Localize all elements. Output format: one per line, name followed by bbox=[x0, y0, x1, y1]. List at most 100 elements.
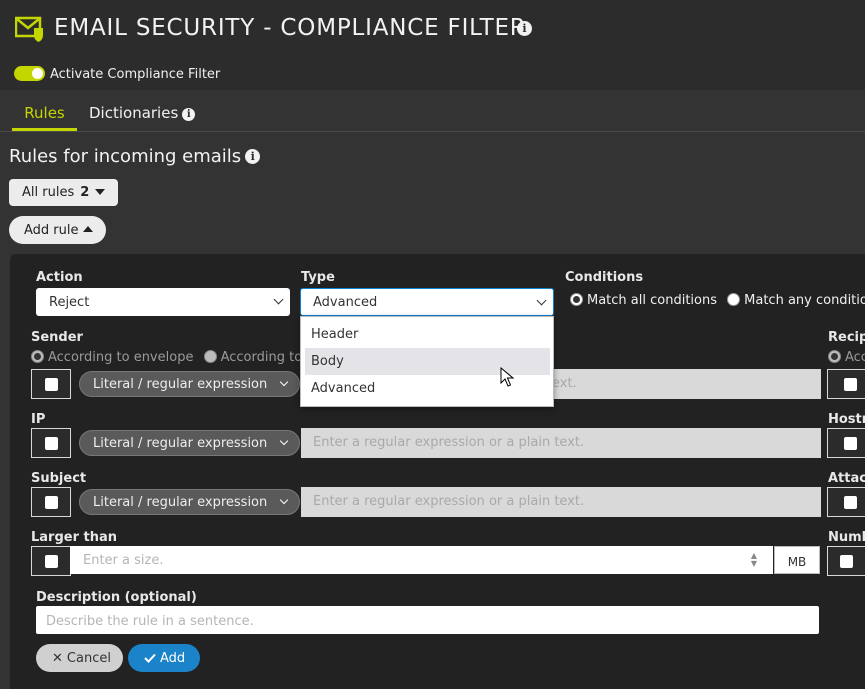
add-label: Add bbox=[160, 651, 186, 666]
sender-mode-select[interactable]: Literal / regular expression bbox=[79, 371, 300, 397]
rules-count: 2 bbox=[80, 185, 90, 200]
recipient-according-label: Acc bbox=[845, 350, 865, 365]
subject-mode-select[interactable]: Literal / regular expression bbox=[79, 489, 300, 515]
conditions-radio-group: Match all conditions Match any condition… bbox=[570, 293, 865, 308]
checkbox bbox=[844, 378, 857, 391]
larger-than-checkbox[interactable] bbox=[31, 546, 71, 576]
chevron-down-icon bbox=[273, 294, 284, 305]
match-any-label: Match any conditions bbox=[744, 293, 865, 308]
sender-input-placeholder: ext. bbox=[552, 376, 577, 391]
subject-row: Literal / regular expression Enter a reg… bbox=[31, 487, 821, 517]
description-label: Description (optional) bbox=[36, 590, 197, 605]
info-icon[interactable]: i bbox=[245, 149, 261, 164]
number-checkbox[interactable] bbox=[827, 546, 865, 576]
subject-input[interactable]: Enter a regular expression or a plain te… bbox=[301, 487, 821, 517]
description-placeholder: Describe the rule in a sentence. bbox=[46, 614, 254, 629]
mode-value: Literal / regular expression bbox=[93, 436, 268, 451]
activate-toggle[interactable] bbox=[14, 66, 45, 81]
type-option-header[interactable]: Header bbox=[305, 321, 550, 348]
ip-row: Literal / regular expression Enter a reg… bbox=[31, 428, 821, 458]
recipient-checkbox[interactable] bbox=[827, 369, 865, 399]
ip-label: IP bbox=[31, 412, 46, 427]
checkbox bbox=[844, 496, 857, 509]
action-select[interactable]: Reject bbox=[36, 288, 290, 316]
section-title-text: Rules for incoming emails bbox=[9, 146, 242, 167]
ip-input-placeholder: Enter a regular expression or a plain te… bbox=[313, 435, 585, 450]
cancel-button[interactable]: ✕ Cancel bbox=[36, 644, 123, 672]
action-value: Reject bbox=[49, 295, 90, 310]
size-input[interactable]: Enter a size. ▲ ▼ bbox=[70, 546, 773, 574]
match-all-label: Match all conditions bbox=[587, 293, 717, 308]
tab-dictionaries[interactable]: Dictionaries i bbox=[89, 104, 196, 122]
hostname-label: Hostn bbox=[828, 412, 865, 427]
all-rules-label: All rules bbox=[22, 185, 75, 200]
info-icon[interactable]: i bbox=[182, 108, 196, 121]
action-label: Action bbox=[36, 270, 83, 285]
chevron-down-icon bbox=[536, 295, 547, 306]
chevron-down-icon bbox=[279, 436, 289, 446]
ip-mode-select[interactable]: Literal / regular expression bbox=[79, 430, 300, 456]
according-envelope-label: According to envelope bbox=[48, 350, 194, 365]
ip-checkbox[interactable] bbox=[31, 428, 71, 458]
tab-rules[interactable]: Rules bbox=[12, 104, 77, 131]
chevron-down-icon bbox=[279, 377, 289, 387]
tab-bar: Rules Dictionaries i bbox=[0, 90, 865, 132]
email-shield-icon bbox=[15, 16, 43, 42]
size-unit: MB bbox=[774, 546, 820, 574]
checkbox bbox=[45, 555, 58, 568]
recipient-label: Recipi bbox=[828, 330, 865, 345]
attachment-checkbox[interactable] bbox=[827, 487, 865, 517]
mode-value: Literal / regular expression bbox=[93, 495, 268, 510]
checkbox bbox=[45, 437, 58, 450]
sender-checkbox[interactable] bbox=[31, 369, 71, 399]
attachment-label: Attac bbox=[828, 471, 865, 486]
recipient-according-radio[interactable] bbox=[828, 350, 841, 363]
size-input-placeholder: Enter a size. bbox=[83, 553, 164, 568]
larger-than-label: Larger than bbox=[31, 530, 118, 545]
match-all-radio[interactable] bbox=[570, 293, 583, 306]
add-rule-label: Add rule bbox=[24, 223, 79, 238]
number-label: Numb bbox=[828, 530, 865, 545]
type-select[interactable]: Advanced bbox=[300, 288, 554, 316]
checkbox bbox=[844, 437, 857, 450]
mode-value: Literal / regular expression bbox=[93, 377, 268, 392]
add-button[interactable]: Add bbox=[128, 644, 200, 672]
match-any-radio[interactable] bbox=[727, 293, 741, 306]
description-input[interactable]: Describe the rule in a sentence. bbox=[36, 606, 819, 634]
info-icon[interactable]: i bbox=[517, 21, 532, 36]
chevron-down-icon bbox=[279, 495, 289, 505]
spinner-icon[interactable]: ▲ ▼ bbox=[751, 552, 757, 568]
according-header-radio[interactable] bbox=[203, 350, 217, 363]
mouse-cursor-icon bbox=[500, 367, 514, 387]
ip-input[interactable]: Enter a regular expression or a plain te… bbox=[301, 428, 821, 458]
subject-input-placeholder: Enter a regular expression or a plain te… bbox=[313, 494, 585, 509]
hostname-checkbox[interactable] bbox=[827, 428, 865, 458]
subject-checkbox[interactable] bbox=[31, 487, 71, 517]
tab-dictionaries-label: Dictionaries bbox=[89, 104, 179, 122]
caret-down-icon bbox=[95, 189, 106, 195]
subject-label: Subject bbox=[31, 471, 87, 486]
toggle-knob bbox=[32, 68, 43, 79]
according-envelope-radio[interactable] bbox=[31, 350, 44, 363]
type-dropdown-menu: Header Body Advanced bbox=[300, 316, 554, 407]
type-value: Advanced bbox=[313, 295, 378, 310]
check-icon bbox=[144, 653, 156, 663]
section-title: Rules for incoming emails i bbox=[9, 146, 261, 167]
page-title: EMAIL SECURITY - COMPLIANCE FILTER bbox=[54, 15, 527, 41]
checkbox bbox=[45, 378, 58, 391]
app-header: EMAIL SECURITY - COMPLIANCE FILTER i Act… bbox=[0, 0, 865, 90]
conditions-label: Conditions bbox=[565, 270, 644, 285]
checkbox bbox=[840, 555, 853, 568]
caret-up-icon bbox=[82, 226, 93, 232]
sender-radio-group: According to envelope According to h bbox=[31, 350, 321, 365]
close-icon: ✕ bbox=[52, 651, 63, 666]
larger-than-row: Enter a size. ▲ ▼ MB bbox=[31, 546, 821, 576]
all-rules-dropdown[interactable]: All rules 2 bbox=[9, 179, 118, 206]
type-label: Type bbox=[301, 270, 335, 285]
cancel-label: Cancel bbox=[66, 651, 111, 666]
add-rule-button[interactable]: Add rule bbox=[9, 216, 106, 244]
toggle-label: Activate Compliance Filter bbox=[50, 67, 221, 82]
recipient-radio-group: Acc bbox=[828, 350, 865, 365]
sender-label: Sender bbox=[31, 330, 83, 345]
checkbox bbox=[45, 496, 58, 509]
